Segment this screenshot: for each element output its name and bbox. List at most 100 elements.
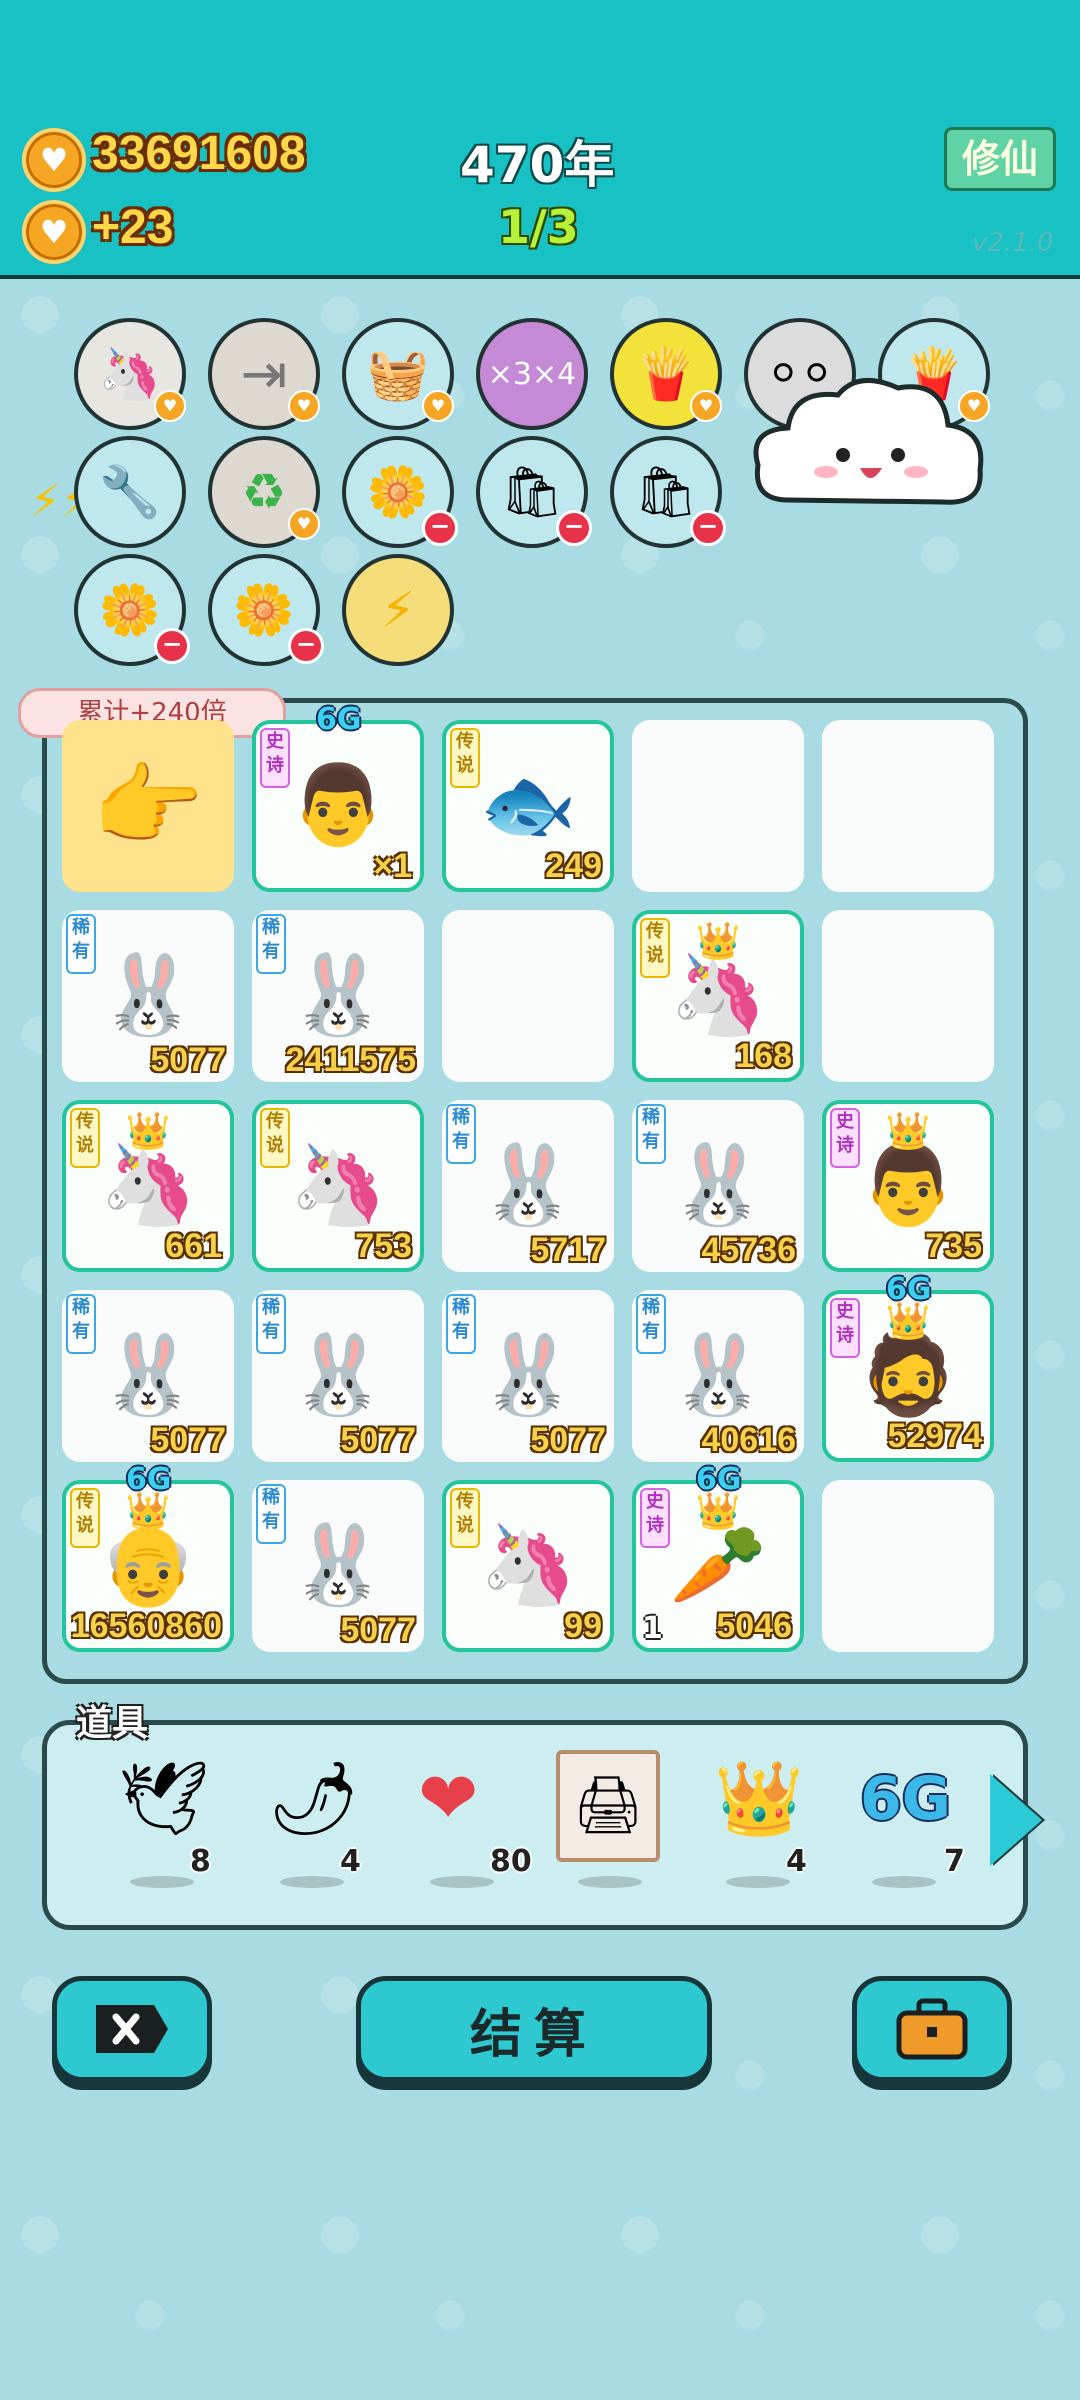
heart-icon: ♥: [422, 390, 454, 422]
board-cell[interactable]: 🐟 传 说 249: [442, 720, 614, 892]
xiuxian-button[interactable]: 修仙: [944, 127, 1056, 191]
rarity-tag: 传 说: [450, 1488, 480, 1548]
prop-item[interactable]: 👑 4: [704, 1756, 814, 1896]
coin-rate-icon: ♥: [22, 200, 86, 264]
prop-count: 4: [786, 1844, 807, 1879]
rabbit-icon: 🐰: [669, 1330, 767, 1421]
fish-icon: 🐟: [479, 760, 577, 851]
6g-icon: 6G: [860, 1764, 951, 1834]
rarity-tag: 史 诗: [640, 1488, 670, 1548]
pump-icon[interactable]: 🔧: [74, 436, 186, 548]
basket-icon[interactable]: 🧺 ♥: [342, 318, 454, 430]
crown-icon: 👑: [885, 1111, 931, 1152]
flower-pot-icon[interactable]: 🌼 −: [74, 554, 190, 666]
board-cell[interactable]: 🐰 稀 有 5717: [442, 1100, 614, 1272]
board-cell[interactable]: 🐰 稀 有 5077: [442, 1290, 614, 1462]
prop-item[interactable]: 🌶 4: [258, 1756, 368, 1896]
board-cell[interactable]: 🐰 稀 有 45736: [632, 1100, 804, 1272]
printer-icon: 🖨: [556, 1750, 660, 1862]
prop-count: 4: [340, 1844, 361, 1879]
board-cell[interactable]: 🐰 稀 有 5077: [62, 910, 234, 1082]
board-cell[interactable]: 🐰 稀 有 5077: [252, 1480, 424, 1652]
board-cell[interactable]: 🐰 稀 有 40616: [632, 1290, 804, 1462]
rarity-tag: 稀 有: [636, 1294, 666, 1354]
prop-count: 80: [490, 1844, 532, 1879]
board-cell[interactable]: 🦄 传 说 753: [252, 1100, 424, 1272]
prop-item[interactable]: 🖨: [556, 1750, 666, 1896]
rarity-tag: 稀 有: [446, 1294, 476, 1354]
unicorn-icon: 🦄: [289, 1140, 387, 1231]
prop-shadow: [130, 1876, 194, 1888]
rarity-tag: 稀 有: [256, 914, 286, 974]
board-cell[interactable]: 🦄 👑 传 说 661: [62, 1100, 234, 1272]
unicorn-icon: 🦄: [479, 1520, 577, 1611]
item-count: 45736: [701, 1231, 796, 1269]
prop-item[interactable]: 6G 7: [850, 1756, 965, 1896]
face-icon: 🧔: [859, 1330, 957, 1421]
heart-icon: ♥: [154, 390, 186, 422]
rarity-tag: 稀 有: [636, 1104, 666, 1164]
backpack-button[interactable]: [852, 1976, 1012, 2082]
item-count: 16560860: [70, 1607, 222, 1645]
rabbit-icon: 🐰: [289, 950, 387, 1041]
face-icon: 👴: [99, 1520, 197, 1611]
board-cell[interactable]: 🐰 稀 有 2411575: [252, 910, 424, 1082]
board-cell[interactable]: 👉: [62, 720, 234, 892]
6g-badge: 6G: [886, 1272, 932, 1307]
item-count: 168: [735, 1037, 792, 1075]
flower-pot-icon[interactable]: 🌼 −: [342, 436, 458, 548]
board-cell[interactable]: 🐰 稀 有 5077: [62, 1290, 234, 1462]
refresh-icon[interactable]: ♻ ♥: [208, 436, 320, 548]
year-counter: 470年: [460, 136, 615, 194]
board-cell[interactable]: 🐰 稀 有 5077: [252, 1290, 424, 1462]
prop-count: 8: [190, 1844, 211, 1879]
prop-shadow: [578, 1876, 642, 1888]
empty-cell[interactable]: [822, 720, 994, 892]
rabbit-icon: 🐰: [99, 950, 197, 1041]
bag-icon[interactable]: 🛍 −: [610, 436, 726, 548]
close-button[interactable]: [52, 1976, 212, 2082]
board-cell[interactable]: 🦄 传 说 99: [442, 1480, 614, 1652]
rarity-tag: 史 诗: [830, 1298, 860, 1358]
item-count: 249: [545, 847, 602, 885]
prop-shadow: [430, 1876, 494, 1888]
unicorn-icon: 🦄: [99, 1140, 197, 1231]
rarity-tag: 史 诗: [830, 1108, 860, 1168]
empty-cell[interactable]: [822, 910, 994, 1082]
minus-icon: −: [556, 510, 592, 546]
rabbit-icon: 🐰: [669, 1140, 767, 1231]
hand-pointer-icon: 👉: [91, 753, 205, 859]
empty-cell[interactable]: [822, 1480, 994, 1652]
rarity-tag: 史 诗: [260, 728, 290, 788]
prop-item[interactable]: 🕊 8: [108, 1756, 218, 1896]
board-cell[interactable]: 🦄 👑 传 说 168: [632, 910, 804, 1082]
6g-badge: 6G: [126, 1462, 172, 1497]
board-cell[interactable]: 🧔 👑 史 诗 6G 52974: [822, 1272, 994, 1462]
unicorn-pair-icon[interactable]: 🦄 ♥: [74, 318, 186, 430]
board-cell[interactable]: 👨 史 诗 6G ×1: [252, 702, 424, 892]
rabbit-icon: 🐰: [479, 1330, 577, 1421]
multiplier-icon[interactable]: ×3×4: [476, 318, 588, 430]
heart-icon: ♥: [288, 390, 320, 422]
skip-icon[interactable]: ⇥ ♥: [208, 318, 320, 430]
top-bar: ♥ 33691608 ♥ +23 470年 1/3 修仙 v2.1.0: [0, 0, 1080, 279]
props-next-arrow-icon[interactable]: [990, 1774, 1042, 1866]
board-cell[interactable]: 👨 👑 史 诗 735: [822, 1100, 994, 1272]
empty-cell[interactable]: [632, 720, 804, 892]
board-cell[interactable]: 🥕 👑 史 诗 6G 1 5046: [632, 1462, 804, 1652]
bag-icon[interactable]: 🛍 −: [476, 436, 592, 548]
rarity-tag: 稀 有: [446, 1104, 476, 1164]
flower-pot-icon[interactable]: 🌼 −: [208, 554, 324, 666]
empty-cell[interactable]: [442, 910, 614, 1082]
item-count: 661: [165, 1227, 222, 1265]
board-cell[interactable]: 👴 👑 传 说 6G 16560860: [62, 1462, 234, 1652]
unicorn-icon: 🦄: [669, 950, 767, 1041]
close-icon: [96, 2005, 168, 2053]
settle-button[interactable]: 结算: [356, 1976, 712, 2082]
prop-item[interactable]: ❤ 80: [408, 1756, 532, 1896]
lightning-icon[interactable]: ⚡: [342, 554, 454, 666]
item-count: 2411575: [285, 1041, 417, 1079]
rarity-tag: 传 说: [260, 1108, 290, 1168]
fries-icon[interactable]: 🍟 ♥: [610, 318, 722, 430]
cloud-mascot: [753, 377, 984, 505]
